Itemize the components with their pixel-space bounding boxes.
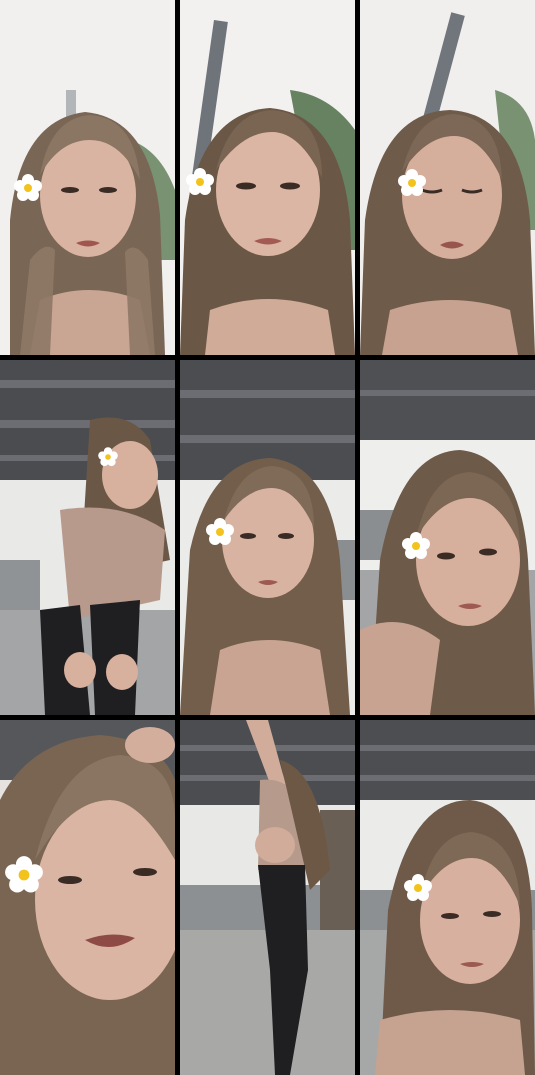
photo-tile-r2c2 <box>180 360 355 715</box>
photo-tile-r3c3 <box>360 720 535 1075</box>
photo-tile-r2c3 <box>360 360 535 715</box>
photo-tile-r2c1 <box>0 360 175 715</box>
photo-tile-r3c1 <box>0 720 175 1075</box>
photo-tile-r1c1 <box>0 0 175 355</box>
photo-tile-r3c2 <box>180 720 355 1075</box>
photo-tile-r1c3 <box>360 0 535 355</box>
photo-collage-grid <box>0 0 535 1075</box>
photo-tile-r1c2 <box>180 0 355 355</box>
